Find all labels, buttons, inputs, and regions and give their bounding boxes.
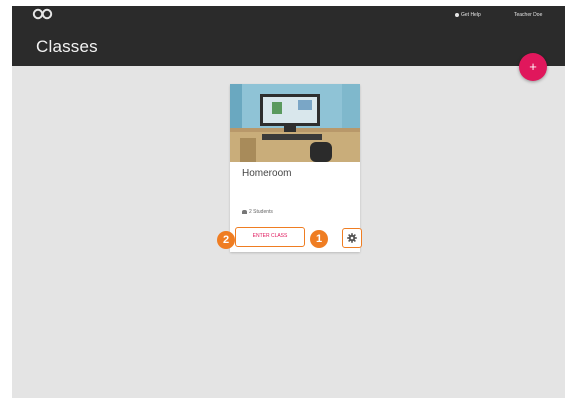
- gear-icon: [347, 233, 357, 243]
- class-name[interactable]: Homeroom: [242, 168, 291, 179]
- callout-badge-enter-class: 2: [217, 231, 235, 249]
- logo-icon[interactable]: [32, 8, 54, 20]
- class-card-image: [230, 84, 360, 162]
- class-settings-button[interactable]: [342, 228, 362, 248]
- page-title: Classes: [36, 37, 98, 56]
- location-pin-icon: [455, 13, 459, 17]
- class-card: Homeroom 2 Students ENTER CLASS: [230, 84, 362, 252]
- student-count-label: 2 Students: [249, 209, 273, 215]
- enter-class-button[interactable]: ENTER CLASS: [235, 227, 305, 247]
- help-link-label: Get Help: [461, 12, 481, 18]
- person-icon: [242, 210, 247, 214]
- student-count: 2 Students: [242, 209, 273, 215]
- app-header: Classes Get Help Teacher Doe: [12, 6, 565, 66]
- user-menu[interactable]: Teacher Doe: [514, 12, 542, 18]
- add-class-button[interactable]: +: [519, 53, 547, 81]
- callout-badge-settings: 1: [310, 230, 328, 248]
- help-link[interactable]: Get Help: [455, 12, 481, 18]
- app-frame: Classes Get Help Teacher Doe + Homeroom: [12, 6, 565, 398]
